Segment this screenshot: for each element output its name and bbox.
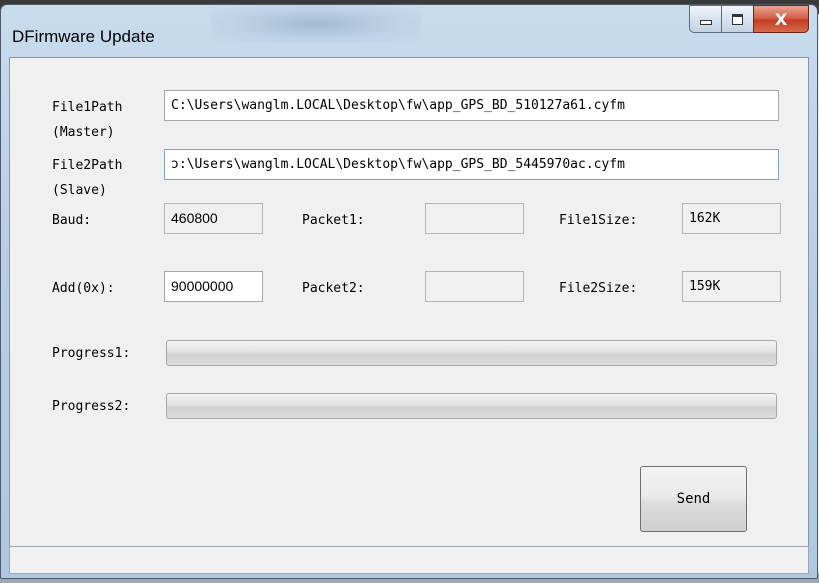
progress2-bar (166, 393, 777, 419)
address-label: Add(0x): (52, 281, 115, 296)
file2-role-label: (Slave) (52, 183, 107, 198)
maximize-icon (732, 13, 743, 25)
window-title: DFirmware Update (12, 27, 155, 46)
file2-size-label: File2Size: (559, 281, 638, 296)
progress1-label: Progress1: (52, 346, 131, 361)
baud-field[interactable]: 460800 (164, 203, 263, 234)
minimize-icon (699, 19, 712, 25)
status-bar (9, 546, 809, 574)
close-button[interactable]: X (753, 5, 809, 33)
file1-size-label: File1Size: (559, 213, 638, 228)
close-icon: X (774, 9, 788, 29)
maximize-button[interactable] (721, 5, 753, 33)
packet1-label: Packet1: (302, 213, 365, 228)
caption-buttons: X (689, 5, 809, 33)
file1-role-label: (Master) (52, 125, 115, 140)
dialog-client-area: File1Path (Master) C:\Users\wanglm.LOCAL… (9, 57, 809, 572)
file2-size-field[interactable]: 159K (682, 271, 781, 302)
progress1-bar (166, 340, 777, 366)
file1-path-label: File1Path (52, 100, 123, 115)
file2-path-label: File2Path (52, 158, 123, 173)
title-bar-decoration (211, 5, 421, 43)
send-button[interactable]: Send (640, 466, 747, 532)
packet1-field[interactable] (425, 203, 524, 234)
firmware-update-window: DFirmware Update X File1Path (Master) C:… (0, 4, 818, 579)
file2-path-input[interactable]: ɔ:\Users\wanglm.LOCAL\Desktop\fw\app_GPS… (164, 149, 779, 180)
baud-label: Baud: (52, 213, 92, 228)
file1-path-input[interactable]: C:\Users\wanglm.LOCAL\Desktop\fw\app_GPS… (164, 90, 779, 121)
minimize-button[interactable] (689, 5, 721, 33)
title-bar[interactable]: DFirmware Update X (1, 5, 817, 57)
packet2-label: Packet2: (302, 281, 365, 296)
file1-size-field[interactable]: 162K (682, 203, 781, 234)
address-input[interactable]: 90000000 (164, 271, 263, 302)
packet2-field[interactable] (425, 271, 524, 302)
progress2-label: Progress2: (52, 399, 131, 414)
